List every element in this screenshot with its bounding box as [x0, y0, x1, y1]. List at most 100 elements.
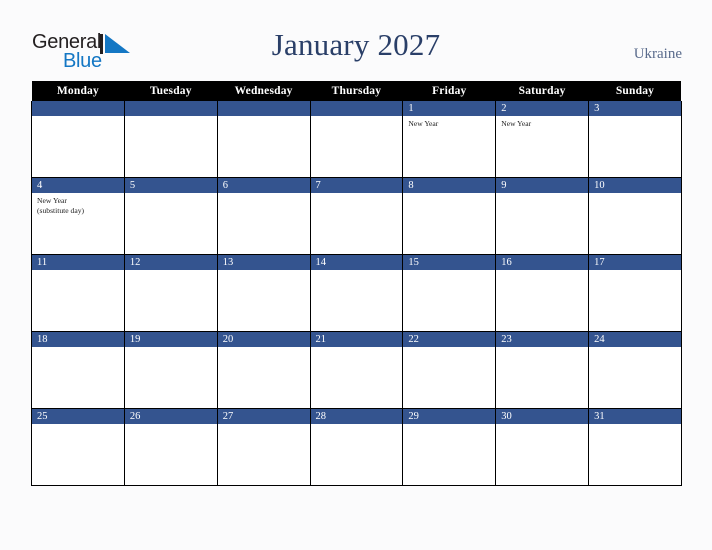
day-cell-inner: 9 — [496, 178, 589, 254]
day-events: New Year — [403, 116, 495, 129]
weekday-header-tuesday: Tuesday — [124, 81, 218, 101]
day-cell-inner: 1 New Year — [403, 101, 496, 177]
day-cell-inner — [32, 101, 124, 177]
calendar-day-cell[interactable]: 23 — [495, 331, 590, 409]
weekday-header-friday: Friday — [402, 81, 496, 101]
day-cell-inner: 23 — [496, 332, 589, 408]
day-cell-inner: 21 — [310, 332, 403, 408]
calendar-day-cell[interactable]: 11 — [31, 254, 125, 332]
country-label: Ukraine — [633, 46, 682, 62]
day-cell-inner — [124, 101, 217, 177]
calendar-day-cell[interactable]: 25 — [31, 408, 125, 486]
calendar-day-cell[interactable]: 26 — [123, 408, 218, 486]
day-cell-inner: 8 — [403, 178, 496, 254]
day-cell-inner: 28 — [310, 409, 403, 485]
day-cell-inner: 24 — [589, 332, 681, 408]
day-cell-inner: 15 — [403, 255, 496, 331]
calendar-day-cell[interactable]: 15 — [402, 254, 497, 332]
day-number: 23 — [496, 332, 589, 347]
calendar-day-cell[interactable]: 1 New Year — [402, 101, 497, 178]
day-cell-inner: 11 — [32, 255, 124, 331]
calendar-day-cell[interactable]: 9 — [495, 177, 590, 255]
day-number: 15 — [403, 255, 496, 270]
day-number — [124, 101, 217, 116]
day-cell-inner: 29 — [403, 409, 496, 485]
calendar-day-cell[interactable]: 30 — [495, 408, 590, 486]
weekday-header-row: Monday Tuesday Wednesday Thursday Friday Satu… — [31, 81, 682, 101]
day-cell-inner: 22 — [403, 332, 496, 408]
calendar-week-row: 25 26 27 28 29 30 31 — [31, 408, 682, 486]
calendar-day-cell[interactable]: 14 — [309, 254, 404, 332]
day-cell-inner: 17 — [589, 255, 681, 331]
calendar-table: Monday Tuesday Wednesday Thursday Friday Satu… — [31, 81, 682, 486]
day-number — [310, 101, 403, 116]
calendar: Monday Tuesday Wednesday Thursday Friday Satu… — [31, 81, 682, 486]
day-cell-inner: 25 — [32, 409, 124, 485]
calendar-day-cell[interactable]: 18 — [31, 331, 125, 409]
calendar-day-cell[interactable]: 8 — [402, 177, 497, 255]
day-events: New Year — [496, 116, 588, 129]
day-cell-inner: 31 — [589, 409, 681, 485]
day-cell-inner: 30 — [496, 409, 589, 485]
calendar-day-cell[interactable]: 19 — [123, 331, 218, 409]
page-title: January 2027 — [271, 27, 441, 62]
calendar-day-cell[interactable]: 22 — [402, 331, 497, 409]
day-number: 27 — [217, 409, 310, 424]
calendar-day-cell[interactable]: 2 New Year — [495, 101, 590, 178]
calendar-day-cell[interactable]: 28 — [309, 408, 404, 486]
weekday-header-saturday: Saturday — [495, 81, 589, 101]
calendar-day-cell[interactable]: 10 — [588, 177, 682, 255]
day-cell-inner: 5 — [124, 178, 217, 254]
day-number: 6 — [217, 178, 310, 193]
calendar-day-cell[interactable]: 3 — [588, 101, 682, 178]
day-number: 11 — [32, 255, 124, 270]
calendar-day-cell[interactable]: 31 — [588, 408, 682, 486]
calendar-day-cell[interactable]: 29 — [402, 408, 497, 486]
calendar-day-cell[interactable] — [309, 101, 404, 178]
day-cell-inner: 4 New Year (substitute day) — [32, 178, 124, 254]
day-cell-inner: 18 — [32, 332, 124, 408]
day-number: 8 — [403, 178, 496, 193]
day-cell-inner: 16 — [496, 255, 589, 331]
day-cell-inner — [217, 101, 310, 177]
calendar-week-row: 4 New Year (substitute day) 5 6 7 8 9 10 — [31, 177, 682, 255]
calendar-day-cell[interactable]: 13 — [216, 254, 311, 332]
day-events: New Year (substitute day) — [32, 193, 124, 215]
calendar-day-cell[interactable]: 24 — [588, 331, 682, 409]
calendar-day-cell[interactable] — [31, 101, 125, 178]
day-number: 20 — [217, 332, 310, 347]
calendar-day-cell[interactable]: 27 — [216, 408, 311, 486]
day-cell-inner — [310, 101, 403, 177]
weekday-header-monday: Monday — [31, 81, 125, 101]
day-number: 25 — [32, 409, 124, 424]
weekday-header-wednesday: Wednesday — [217, 81, 311, 101]
day-cell-inner: 7 — [310, 178, 403, 254]
calendar-day-cell[interactable]: 16 — [495, 254, 590, 332]
weekday-header-sunday: Sunday — [588, 81, 682, 101]
calendar-week-row: 18 19 20 21 22 23 24 — [31, 331, 682, 409]
day-number — [217, 101, 310, 116]
day-cell-inner: 10 — [589, 178, 681, 254]
calendar-day-cell[interactable]: 21 — [309, 331, 404, 409]
calendar-day-cell[interactable]: 5 — [123, 177, 218, 255]
calendar-day-cell[interactable]: 4 New Year (substitute day) — [31, 177, 125, 255]
day-number: 12 — [124, 255, 217, 270]
calendar-week-row: 1 New Year 2 New Year 3 — [31, 101, 682, 178]
day-number: 16 — [496, 255, 589, 270]
day-cell-inner: 3 — [589, 101, 681, 177]
calendar-day-cell[interactable] — [123, 101, 218, 178]
calendar-day-cell[interactable]: 12 — [123, 254, 218, 332]
calendar-day-cell[interactable]: 20 — [216, 331, 311, 409]
calendar-day-cell[interactable] — [216, 101, 311, 178]
calendar-day-cell[interactable]: 17 — [588, 254, 682, 332]
calendar-day-cell[interactable]: 7 — [309, 177, 404, 255]
calendar-day-cell[interactable]: 6 — [216, 177, 311, 255]
day-number: 5 — [124, 178, 217, 193]
day-cell-inner: 13 — [217, 255, 310, 331]
day-number: 29 — [403, 409, 496, 424]
day-number: 9 — [496, 178, 589, 193]
day-number: 4 — [32, 178, 124, 193]
day-number: 28 — [310, 409, 403, 424]
day-number: 13 — [217, 255, 310, 270]
day-cell-inner: 6 — [217, 178, 310, 254]
